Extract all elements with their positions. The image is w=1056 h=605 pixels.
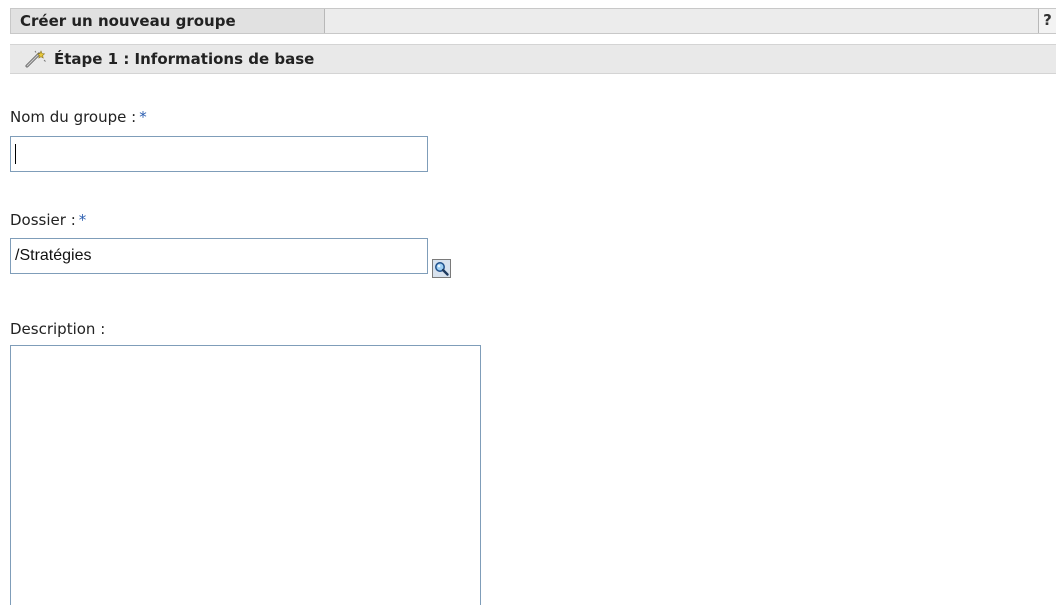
magnifier-icon: [433, 260, 450, 277]
required-marker: *: [78, 211, 87, 229]
text-cursor: [15, 144, 16, 164]
required-marker: *: [139, 108, 147, 126]
title-tab: Créer un nouveau groupe: [10, 9, 325, 33]
folder-input[interactable]: [10, 238, 428, 274]
create-group-page: Créer un nouveau groupe ? Étape 1 : Info…: [0, 0, 1056, 605]
group-name-label: Nom du groupe : *: [10, 108, 147, 126]
folder-label-text: Dossier :: [10, 211, 76, 229]
wand-icon: [24, 50, 46, 68]
step-title: Étape 1 : Informations de base: [54, 50, 315, 68]
group-name-input[interactable]: [10, 136, 428, 172]
title-bar: Créer un nouveau groupe ?: [10, 8, 1056, 34]
description-textarea[interactable]: [10, 345, 481, 605]
step-header: Étape 1 : Informations de base: [10, 44, 1056, 74]
description-label: Description :: [10, 320, 106, 338]
page-title: Créer un nouveau groupe: [20, 12, 236, 30]
group-name-label-text: Nom du groupe :: [10, 108, 137, 126]
folder-browse-button[interactable]: [432, 259, 451, 278]
help-button[interactable]: ?: [1038, 9, 1056, 33]
folder-label: Dossier : *: [10, 211, 86, 229]
